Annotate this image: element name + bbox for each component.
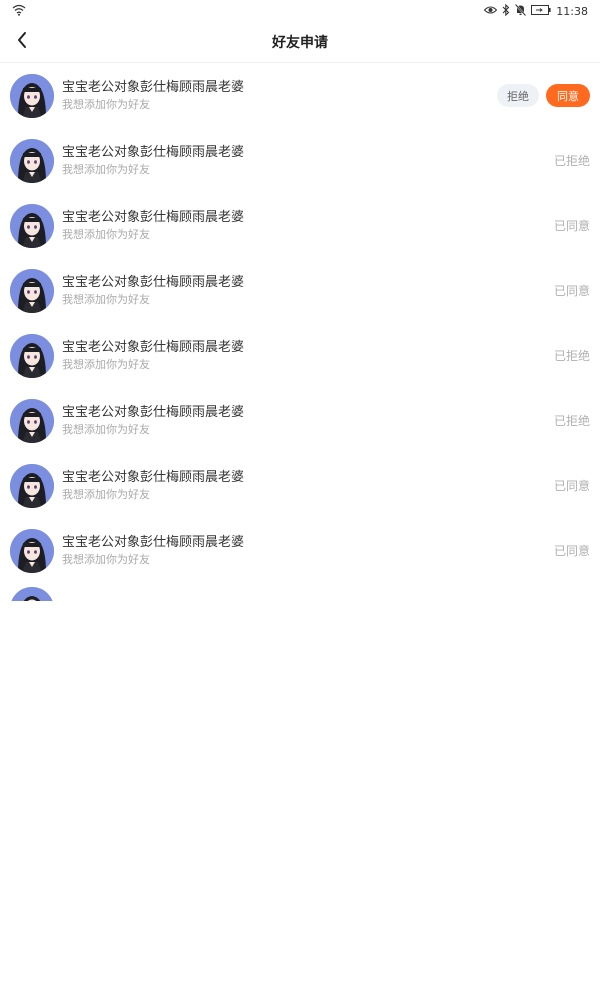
status-icons: 11:38: [484, 3, 588, 19]
avatar[interactable]: [10, 463, 54, 508]
request-status: 已拒绝: [553, 414, 590, 428]
requester-name: 宝宝老公对象彭仕梅顾雨晨老婆: [62, 534, 245, 550]
requester-name: 宝宝老公对象彭仕梅顾雨晨老婆: [62, 274, 245, 290]
avatar[interactable]: [10, 73, 54, 118]
request-message: 我想添加你为好友: [62, 422, 150, 436]
requester-name: 宝宝老公对象彭仕梅顾雨晨老婆: [62, 79, 245, 95]
request-info: 宝宝老公对象彭仕梅顾雨晨老婆 我想添加你为好友: [62, 339, 554, 373]
request-status: 已同意: [553, 479, 590, 493]
list-item: 宝宝老公对象彭仕梅顾雨晨老婆 我想添加你为好友 已拒绝: [0, 323, 600, 388]
mute-icon: [515, 3, 527, 19]
avatar[interactable]: [10, 333, 54, 378]
reject-button[interactable]: 拒绝: [497, 84, 539, 107]
request-info: 宝宝老公对象彭仕梅顾雨晨老婆 我想添加你为好友: [62, 79, 497, 113]
bluetooth-icon: [502, 3, 510, 19]
avatar[interactable]: [10, 203, 54, 248]
friend-request-list: 宝宝老公对象彭仕梅顾雨晨老婆 我想添加你为好友 拒绝 同意 宝宝老公对象彭仕梅顾…: [0, 63, 600, 601]
request-info: 宝宝老公对象彭仕梅顾雨晨老婆 我想添加你为好友: [62, 469, 554, 503]
list-item: 宝宝老公对象彭仕梅顾雨晨老婆 我想添加你为好友 已拒绝: [0, 388, 600, 453]
requester-name: 宝宝老公对象彭仕梅顾雨晨老婆: [62, 209, 245, 225]
page-title: 好友申请: [272, 35, 328, 51]
request-info: 宝宝老公对象彭仕梅顾雨晨老婆 我想添加你为好友: [62, 209, 554, 243]
avatar[interactable]: [10, 268, 54, 313]
request-status: 已同意: [553, 284, 590, 298]
request-message: 我想添加你为好友: [62, 357, 150, 371]
request-info: 宝宝老公对象彭仕梅顾雨晨老婆 我想添加你为好友: [62, 274, 554, 308]
status-time: 11:38: [556, 4, 588, 18]
eye-icon: [484, 5, 498, 18]
list-item: 宝宝老公对象彭仕梅顾雨晨老婆 我想添加你为好友 拒绝 同意: [0, 63, 600, 128]
request-message: 我想添加你为好友: [62, 552, 150, 566]
request-message: 我想添加你为好友: [62, 487, 150, 501]
list-item: 宝宝老公对象彭仕梅顾雨晨老婆 我想添加你为好友 已同意: [0, 518, 600, 583]
list-item: 宝宝老公对象彭仕梅顾雨晨老婆 我想添加你为好友 已同意: [0, 193, 600, 258]
request-info: 宝宝老公对象彭仕梅顾雨晨老婆 我想添加你为好友: [62, 534, 554, 568]
request-info: 宝宝老公对象彭仕梅顾雨晨老婆 我想添加你为好友: [62, 404, 554, 438]
requester-name: 宝宝老公对象彭仕梅顾雨晨老婆: [62, 469, 245, 485]
request-info: 宝宝老公对象彭仕梅顾雨晨老婆 我想添加你为好友: [62, 144, 554, 178]
request-status: 已同意: [553, 219, 590, 233]
requester-name: 宝宝老公对象彭仕梅顾雨晨老婆: [62, 339, 245, 355]
list-item: 宝宝老公对象彭仕梅顾雨晨老婆 我想添加你为好友 已同意: [0, 258, 600, 323]
request-message: 我想添加你为好友: [62, 227, 150, 241]
agree-button[interactable]: 同意: [546, 84, 590, 107]
list-item: 宝宝老公对象彭仕梅顾雨晨老婆 我想添加你为好友 已拒绝: [0, 128, 600, 193]
request-actions: 拒绝 同意: [497, 84, 590, 107]
avatar[interactable]: [10, 587, 54, 601]
back-button[interactable]: [8, 28, 36, 56]
header: 好友申请: [0, 22, 600, 63]
avatar[interactable]: [10, 138, 54, 183]
request-message: 我想添加你为好友: [62, 97, 150, 111]
request-message: 我想添加你为好友: [62, 292, 150, 306]
avatar[interactable]: [10, 528, 54, 573]
battery-icon: [531, 4, 551, 18]
requester-name: 宝宝老公对象彭仕梅顾雨晨老婆: [62, 144, 245, 160]
list-item: [0, 583, 600, 601]
list-item: 宝宝老公对象彭仕梅顾雨晨老婆 我想添加你为好友 已同意: [0, 453, 600, 518]
request-status: 已拒绝: [553, 349, 590, 363]
request-message: 我想添加你为好友: [62, 162, 150, 176]
avatar[interactable]: [10, 398, 54, 443]
chevron-left-icon: [16, 31, 28, 53]
wifi-icon: [12, 4, 26, 19]
status-bar: 11:38: [0, 0, 600, 22]
request-status: 已拒绝: [553, 154, 590, 168]
request-status: 已同意: [553, 544, 590, 558]
requester-name: 宝宝老公对象彭仕梅顾雨晨老婆: [62, 404, 245, 420]
